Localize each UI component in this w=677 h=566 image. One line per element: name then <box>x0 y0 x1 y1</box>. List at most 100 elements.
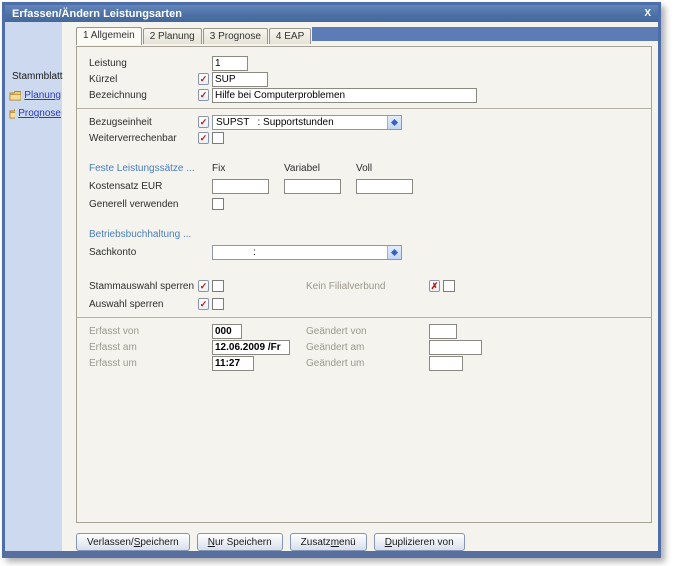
button-accelerator: S <box>134 537 141 548</box>
leistung-label: Leistung <box>89 58 198 69</box>
row-sachkonto: Sachkonto : <box>77 244 651 260</box>
row-kuerzel: Kürzel ✓ <box>77 71 651 87</box>
row-stammauswahl: Stammauswahl sperren ✓ Kein Filialverbun… <box>77 278 651 294</box>
auswahl-checkbox[interactable] <box>212 298 224 310</box>
required-check-icon: ✓ <box>198 73 209 85</box>
blocked-x-icon: ✗ <box>429 280 440 292</box>
required-check-icon: ✓ <box>198 298 209 310</box>
row-weiterverrechenbar: Weiterverrechenbar ✓ <box>77 130 651 146</box>
window-body: Stammblatt Planung Prognose <box>5 22 658 551</box>
folder-icon <box>9 108 15 119</box>
bezeichnung-input[interactable] <box>212 88 477 103</box>
button-label: enü <box>339 537 356 548</box>
row-accounting-heading: Betriebsbuchhaltung ... <box>77 226 651 242</box>
required-check-icon: ✓ <box>198 132 209 144</box>
erfasst-um-field[interactable] <box>212 356 254 371</box>
kuerzel-input[interactable] <box>212 72 268 87</box>
button-label: uplizieren von <box>392 537 454 548</box>
bezeichnung-label: Bezeichnung <box>89 90 198 101</box>
tab-planung[interactable]: 2 Planung <box>143 28 202 44</box>
row-erfasst-am: Erfasst am Geändert am <box>77 339 651 355</box>
geaendert-am-label: Geändert am <box>306 342 364 353</box>
kostensatz-voll-input[interactable] <box>356 179 413 194</box>
button-label: peichern <box>140 537 178 548</box>
accounting-section-heading: Betriebsbuchhaltung ... <box>89 229 191 240</box>
verlassen-speichern-button[interactable]: Verlassen/Speichern <box>76 533 190 551</box>
row-bezugseinheit: Bezugseinheit ✓ SUPST : Supportstunden <box>77 114 651 130</box>
sidebar-item-stammblatt[interactable]: Stammblatt <box>5 68 62 85</box>
geaendert-um-field[interactable] <box>429 356 463 371</box>
sachkonto-label: Sachkonto <box>89 247 198 258</box>
kein-filialverbund-checkbox[interactable] <box>443 280 455 292</box>
generell-checkbox[interactable] <box>212 198 224 210</box>
titlebar[interactable]: Erfassen/Ändern Leistungsarten X <box>5 5 658 22</box>
sidebar: Stammblatt Planung Prognose <box>5 22 62 551</box>
geaendert-von-field[interactable] <box>429 324 457 339</box>
auswahl-label: Auswahl sperren <box>89 299 198 310</box>
sachkonto-value: : <box>213 246 387 259</box>
button-accelerator: N <box>208 537 215 548</box>
tab-prognose[interactable]: 3 Prognose <box>203 28 268 44</box>
sidebar-item-label: Planung <box>24 90 61 101</box>
row-erfasst-von: Erfasst von Geändert von <box>77 323 651 339</box>
col-header-voll: Voll <box>356 163 428 174</box>
button-row: Verlassen/Speichern Nur Speichern Zusatz… <box>76 533 658 551</box>
button-label: ur Speichern <box>215 537 272 548</box>
section-separator <box>77 317 651 318</box>
row-rates-header: Feste Leistungssätze ... Fix Variabel Vo… <box>77 160 651 176</box>
combo-spinner-icon[interactable] <box>387 116 401 129</box>
bezugseinheit-value: SUPST : Supportstunden <box>213 116 387 129</box>
tab-eap[interactable]: 4 EAP <box>269 28 311 44</box>
required-check-icon: ✓ <box>198 89 209 101</box>
generell-label: Generell verwenden <box>89 199 198 210</box>
main-panel: 1 Allgemein 2 Planung 3 Prognose 4 EAP L… <box>62 22 658 551</box>
sidebar-item-label: Stammblatt <box>12 71 63 82</box>
button-label: Verlassen/ <box>87 537 134 548</box>
required-check-icon: ✓ <box>198 116 209 128</box>
form-groupbox: Leistung Kürzel ✓ Bezeichnung ✓ <box>76 46 652 523</box>
sidebar-item-label: Prognose <box>18 108 61 119</box>
geaendert-von-label: Geändert von <box>306 326 367 337</box>
sachkonto-combobox[interactable]: : <box>212 245 402 260</box>
erfasst-um-label: Erfasst um <box>89 358 198 369</box>
nur-speichern-button[interactable]: Nur Speichern <box>197 533 283 551</box>
tab-allgemein[interactable]: 1 Allgemein <box>76 27 142 45</box>
close-icon[interactable]: X <box>644 9 651 19</box>
button-label: Zusatz <box>301 537 331 548</box>
button-accelerator: D <box>385 537 392 548</box>
row-generell: Generell verwenden <box>77 196 651 212</box>
window-title: Erfassen/Ändern Leistungsarten <box>12 8 182 20</box>
sidebar-item-planung[interactable]: Planung <box>5 88 62 103</box>
kein-filialverbund-label: Kein Filialverbund <box>306 281 386 292</box>
combo-spinner-icon[interactable] <box>387 246 401 259</box>
erfasst-von-field[interactable] <box>212 324 242 339</box>
stammauswahl-checkbox[interactable] <box>212 280 224 292</box>
rates-section-heading: Feste Leistungssätze ... <box>89 163 212 174</box>
leistung-input[interactable] <box>212 56 248 71</box>
weiterverrechenbar-checkbox[interactable] <box>212 132 224 144</box>
sidebar-item-prognose[interactable]: Prognose <box>5 106 62 121</box>
erfasst-am-label: Erfasst am <box>89 342 198 353</box>
weiterverrechenbar-label: Weiterverrechenbar <box>89 133 198 144</box>
erfasst-am-field[interactable] <box>212 340 290 355</box>
bezugseinheit-combobox[interactable]: SUPST : Supportstunden <box>212 115 402 130</box>
duplizieren-von-button[interactable]: Duplizieren von <box>374 533 465 551</box>
zusatzmenu-button[interactable]: Zusatzmenü <box>290 533 367 551</box>
section-separator <box>77 108 651 109</box>
row-bezeichnung: Bezeichnung ✓ <box>77 87 651 103</box>
row-leistung: Leistung <box>77 55 651 71</box>
kostensatz-fix-input[interactable] <box>212 179 269 194</box>
geaendert-am-field[interactable] <box>429 340 482 355</box>
row-erfasst-um: Erfasst um Geändert um <box>77 355 651 371</box>
kostensatz-label: Kostensatz EUR <box>89 181 198 192</box>
kostensatz-variabel-input[interactable] <box>284 179 341 194</box>
col-header-fix: Fix <box>212 163 284 174</box>
folder-icon <box>9 90 21 101</box>
required-check-icon: ✓ <box>198 280 209 292</box>
screen: Erfassen/Ändern Leistungsarten X Stammbl… <box>0 0 677 566</box>
row-kostensatz: Kostensatz EUR <box>77 178 651 194</box>
row-auswahl: Auswahl sperren ✓ <box>77 296 651 312</box>
bezugseinheit-label: Bezugseinheit <box>89 117 198 128</box>
geaendert-um-label: Geändert um <box>306 358 364 369</box>
tab-strip-filler <box>312 27 658 41</box>
